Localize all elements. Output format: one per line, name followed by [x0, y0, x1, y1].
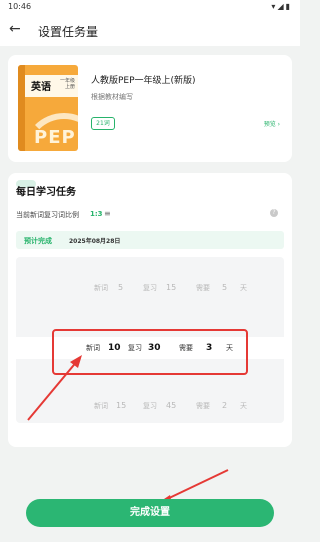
days-value: 2 [222, 401, 228, 410]
status-time: 10:46 [8, 2, 32, 11]
status-icons: ▾◢▮ [271, 2, 292, 11]
picker-row[interactable]: 新词 15 复习 45 需要 2 天 [16, 397, 284, 415]
forecast-label: 预计完成 [24, 237, 52, 245]
page-title: 设置任务量 [38, 25, 99, 39]
ratio-value[interactable]: 1:3 [90, 210, 103, 218]
need-label: 需要 [196, 284, 210, 292]
book-cover-image: 英语 一年级上册 PEP [18, 65, 78, 151]
annotation-highlight-box [52, 329, 248, 375]
book-subtitle: 根据教材编写 [91, 93, 133, 101]
task-title-text: 每日学习任务 [16, 187, 76, 198]
new-words-label: 新词 [94, 402, 108, 410]
preview-link[interactable]: 预览 › [264, 119, 280, 128]
new-words-value: 15 [116, 401, 127, 410]
review-value: 15 [166, 283, 177, 292]
ratio-label: 当前新词复习词比例 [16, 211, 79, 219]
picker-row[interactable]: 新词 5 复习 15 需要 5 天 [16, 279, 284, 297]
days-value: 5 [222, 283, 228, 292]
review-label: 复习 [143, 402, 157, 410]
review-label: 复习 [143, 284, 157, 292]
new-words-value: 5 [118, 283, 124, 292]
forecast-bar: 预计完成 2025年08月28日 [16, 231, 284, 249]
finish-setup-button[interactable]: 完成设置 [26, 499, 274, 527]
status-bar: 10:46 ▾◢▮ [0, 0, 300, 14]
day-unit: 天 [240, 402, 247, 410]
need-label: 需要 [196, 402, 210, 410]
back-arrow-icon[interactable]: ← [9, 21, 21, 37]
book-title: 人教版PEP一年级上(新版) [91, 76, 196, 86]
task-title: 每日学习任务 [16, 180, 76, 198]
cover-grade: 一年级上册 [59, 78, 75, 90]
forecast-date: 2025年08月28日 [69, 238, 121, 245]
book-card[interactable]: 英语 一年级上册 PEP 人教版PEP一年级上(新版) 根据教材编写 21词 预… [8, 55, 292, 162]
ratio-switch-icon[interactable]: ≡ [104, 209, 111, 218]
app-header: ← 设置任务量 [0, 14, 300, 46]
new-words-label: 新词 [94, 284, 108, 292]
word-count-badge: 21词 [91, 117, 115, 130]
cover-subject: 英语 [31, 82, 51, 93]
daily-task-card: 每日学习任务 当前新词复习词比例 1:3 ≡ ? 预计完成 2025年08月28… [8, 173, 292, 447]
day-unit: 天 [240, 284, 247, 292]
cover-label: 英语 一年级上册 [25, 75, 78, 97]
help-icon[interactable]: ? [270, 209, 278, 217]
cover-spine [18, 65, 25, 151]
cover-logo: PEP [34, 127, 76, 148]
review-value: 45 [166, 401, 177, 410]
